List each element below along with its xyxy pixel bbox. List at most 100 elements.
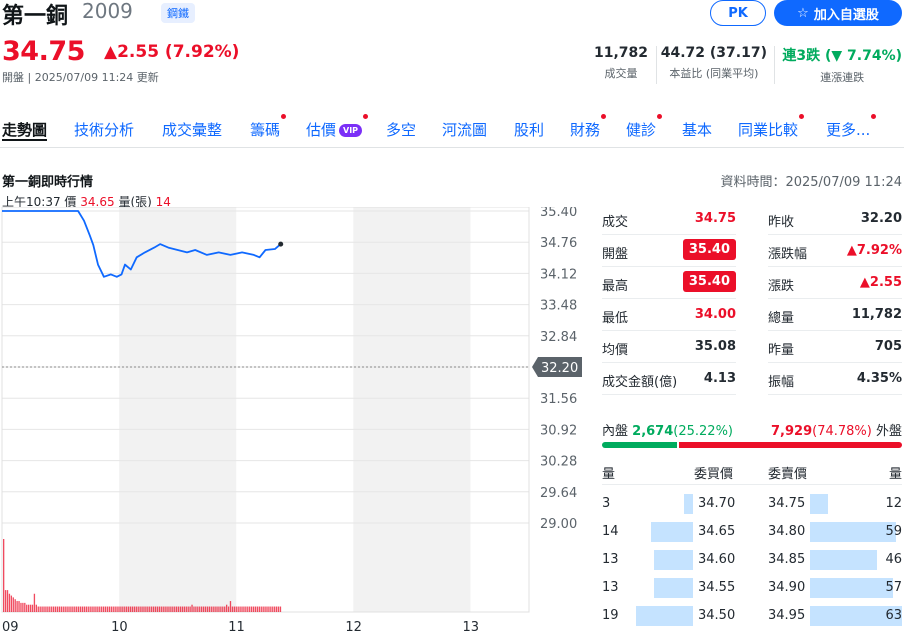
volume-bar	[243, 606, 245, 612]
tab-label: 財務	[570, 121, 601, 139]
volume-bar	[260, 606, 262, 612]
volume-bar	[79, 606, 82, 612]
add-watchlist-button[interactable]: ☆ 加入自選股	[774, 0, 902, 26]
volume-bar	[164, 606, 166, 612]
volume-bar	[14, 599, 16, 612]
stock-code: 2009	[82, 0, 133, 23]
volume-bar	[66, 606, 68, 612]
bid-price: 34.50	[698, 608, 736, 623]
tab-5[interactable]: 多空	[386, 112, 416, 140]
tab-8[interactable]: 財務	[570, 112, 607, 140]
volume-bar	[204, 606, 207, 612]
volume-bar	[264, 606, 266, 612]
volume-bar	[108, 606, 111, 612]
orderbook-header: 量 委買價 委賣價 量	[602, 463, 902, 485]
tab-12[interactable]: 更多...	[826, 112, 877, 140]
pk-button[interactable]: PK	[710, 0, 766, 26]
volume-bar	[8, 593, 11, 612]
tab-2[interactable]: 成交彙整	[162, 112, 222, 140]
tab-6[interactable]: 河流圖	[442, 112, 487, 140]
tab-bar: 走勢圖 技術分析 成交彙整 籌碼 估價 VIP 多空 河流圖 股利 財務 健診 基本 同業比較 更多...	[0, 112, 904, 148]
tab-0[interactable]: 走勢圖	[2, 112, 48, 141]
volume-bar	[227, 606, 230, 612]
volume-bar	[101, 606, 103, 612]
quote-row: 昨收 32.20	[768, 203, 902, 235]
tab-label: 估價	[306, 121, 337, 139]
volume-bar	[149, 606, 151, 612]
y-tick-label: 29.64	[540, 486, 577, 501]
bid-volume-bar	[654, 578, 693, 598]
y-tick-label: 33.48	[540, 299, 577, 314]
volume-bar	[87, 606, 89, 612]
volume-bar	[235, 606, 237, 612]
stat-pe: 44.72 (37.17) 本益比 (同業平均)	[661, 45, 767, 81]
volume-bar	[179, 606, 182, 612]
notification-dot	[871, 114, 877, 119]
volume-bar	[16, 601, 18, 612]
tab-3[interactable]: 籌碼	[250, 112, 287, 140]
x-tick-label: 11	[228, 620, 245, 635]
volume-bar	[272, 606, 274, 612]
volume-bar	[254, 606, 257, 612]
outer-bar	[679, 442, 902, 448]
tab-label: 更多...	[826, 121, 871, 139]
volume-bar	[252, 606, 255, 612]
volume-bar	[245, 606, 247, 612]
volume-bar	[250, 606, 253, 612]
vip-badge: VIP	[339, 124, 363, 137]
volume-bar	[33, 593, 36, 612]
intraday-chart[interactable]: 35.40 34.76 34.12 33.48 32.84 31.56 30.92 30.28…	[0, 207, 590, 637]
volume-bar	[202, 606, 205, 612]
tab-11[interactable]: 同業比較	[738, 112, 805, 140]
bid-volume: 14	[602, 524, 619, 539]
volume-bar	[189, 606, 191, 612]
volume-bar	[222, 606, 224, 612]
section-title: 第一銅即時行情	[2, 175, 94, 190]
volume-bar	[6, 590, 9, 612]
volume-bar	[158, 606, 161, 612]
ask-price-header: 委賣價	[768, 467, 808, 482]
notification-dot	[799, 114, 805, 119]
volume-bar	[231, 606, 234, 612]
volume-bar	[262, 606, 264, 612]
volume-bar	[122, 606, 124, 612]
volume-bar	[266, 606, 268, 612]
quote-row: 昨量 705	[768, 331, 902, 363]
quote-value: 35.40	[682, 271, 736, 292]
quote-value: 11,782	[851, 307, 902, 322]
notification-dot	[363, 114, 369, 119]
y-tick-label: 30.28	[540, 455, 577, 470]
bid-volume: 13	[602, 552, 619, 567]
ask-volume: 59	[885, 524, 902, 539]
tab-label: 健診	[626, 121, 657, 139]
industry-tag[interactable]: 鋼鐵	[161, 3, 195, 23]
orderbook-row: 19 34.50 34.95 63	[602, 603, 902, 631]
tab-1[interactable]: 技術分析	[74, 112, 134, 140]
volume-bar	[239, 606, 241, 612]
tab-7[interactable]: 股利	[514, 112, 544, 140]
bid-volume: 19	[602, 608, 619, 623]
tab-label: 基本	[682, 121, 713, 139]
x-tick-label: 12	[345, 620, 362, 635]
tab-10[interactable]: 基本	[682, 112, 712, 140]
volume-bar	[181, 606, 184, 612]
tab-9[interactable]: 健診	[626, 112, 663, 140]
quote-value: 4.35%	[856, 371, 902, 386]
volume-bar	[41, 606, 43, 612]
volume-bar	[193, 606, 195, 612]
quote-label: 均價	[602, 343, 629, 358]
tab-4[interactable]: 估價 VIP	[306, 112, 369, 140]
volume-bar	[195, 606, 197, 612]
volume-bar	[102, 606, 105, 612]
volume-bar	[114, 606, 116, 612]
volume-bar	[81, 606, 84, 612]
volume-bar	[143, 606, 145, 612]
ask-volume: 57	[885, 580, 902, 595]
quote-value: 35.40	[682, 239, 736, 260]
stat-label: 連漲連跌	[820, 71, 865, 84]
stat-value: 44.72 (37.17)	[660, 45, 767, 61]
volume-bar	[118, 606, 120, 612]
orderbook-row: 13 34.55 34.90 57	[602, 575, 902, 603]
x-tick-label: 09	[2, 620, 19, 635]
x-tick-label: 13	[462, 620, 479, 635]
